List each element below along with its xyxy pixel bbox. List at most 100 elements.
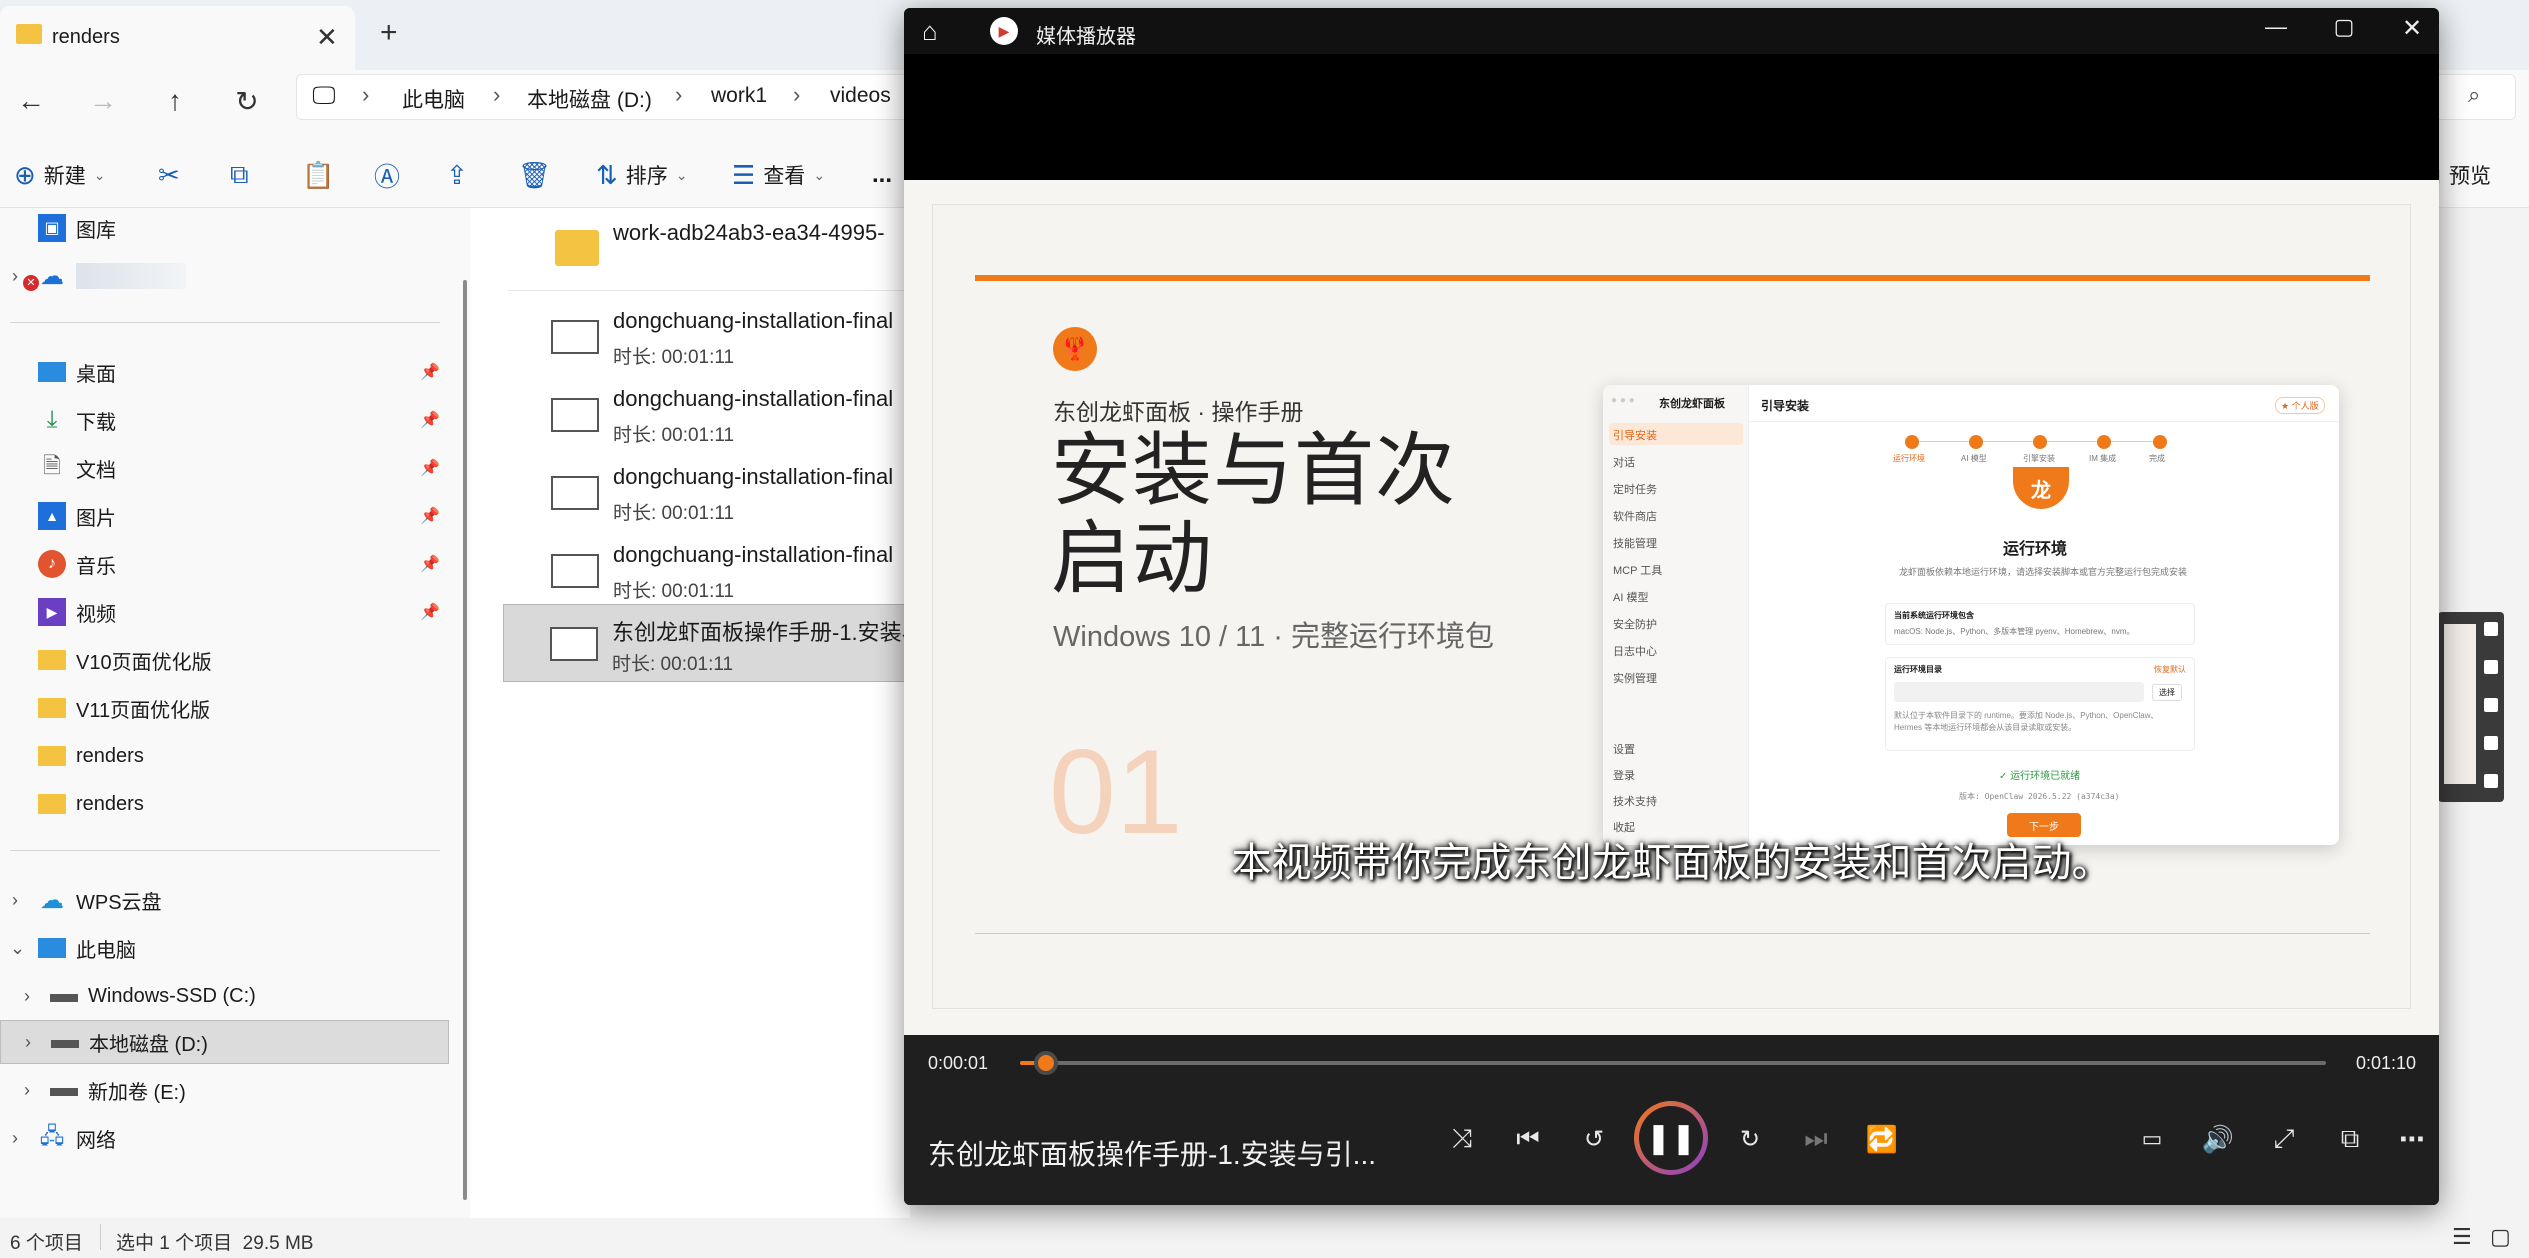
thumbnail-frame xyxy=(2444,624,2476,784)
subtitles-icon[interactable]: ▭ xyxy=(2128,1115,2176,1163)
sidebar-item-this-pc[interactable]: ⌄. 此电脑 xyxy=(0,926,450,970)
breadcrumb-drive-d[interactable]: 本地磁盘 (D:) xyxy=(527,84,652,114)
repeat-off-icon[interactable]: 🔁 xyxy=(1858,1115,1906,1163)
sidebar-item-videos[interactable]: ▶ 视频 📌 xyxy=(0,590,450,634)
sidebar-item-drive-d[interactable]: › 本地磁盘 (D:) xyxy=(0,1020,449,1064)
cut-icon[interactable]: ✂ xyxy=(158,155,180,195)
share-icon[interactable]: ⇪ xyxy=(446,155,468,195)
sidebar-item-drive-e[interactable]: › 新加卷 (E:) xyxy=(0,1068,450,1112)
sidebar-scrollbar[interactable] xyxy=(463,280,467,1200)
cloud-icon: ☁ xyxy=(40,886,64,914)
pin-icon[interactable]: 📌 xyxy=(420,410,440,430)
video-file-icon xyxy=(550,627,598,661)
folder-icon xyxy=(38,794,66,814)
breadcrumb-this-pc[interactable]: 此电脑 xyxy=(402,84,465,114)
nav-item: 对话 xyxy=(1613,457,1635,469)
paste-icon[interactable]: 📋 xyxy=(302,155,334,195)
explorer-tab[interactable]: renders ✕ xyxy=(0,6,355,70)
tiles-view-icon[interactable]: ▢ xyxy=(2490,1224,2511,1250)
shuffle-icon[interactable]: ⤨ xyxy=(1438,1115,1486,1163)
forward-30-icon[interactable]: ↻ xyxy=(1726,1115,1774,1163)
view-label: 查看 xyxy=(763,165,806,188)
breadcrumb-separator: › xyxy=(793,82,801,107)
env-box-text: macOS: Node.js、Python、多版本管理 pyenv、Homebr… xyxy=(1894,627,2135,636)
sidebar-item-onedrive[interactable]: › ☁ xyxy=(0,254,450,298)
list-item-selected[interactable]: 东创龙虾面板操作手册-1.安装与 时长: 00:01:11 xyxy=(503,604,909,682)
pictures-icon: ▲ xyxy=(38,502,66,530)
pin-icon[interactable]: 📌 xyxy=(420,602,440,622)
sidebar-item-network[interactable]: › 🖧 网络 xyxy=(0,1116,450,1160)
sidebar-label: WPS云盘 xyxy=(76,891,162,914)
view-button[interactable]: ☰ 查看 ⌄ xyxy=(732,155,825,195)
sidebar-item-folder[interactable]: V11页面优化版 xyxy=(0,686,450,730)
previous-icon[interactable]: ⏮ xyxy=(1504,1115,1552,1163)
more-icon[interactable]: ... xyxy=(872,155,892,195)
slide-card: 🦞 东创龙虾面板 · 操作手册 安装与首次启动 Windows 10 / 11 … xyxy=(932,204,2411,1009)
rewind-10-icon[interactable]: ↺ xyxy=(1570,1115,1618,1163)
breadcrumb-work1[interactable]: work1 xyxy=(711,84,767,108)
pin-icon[interactable]: 📌 xyxy=(420,506,440,526)
refresh-icon[interactable]: ↻ xyxy=(226,80,268,122)
list-item[interactable]: dongchuang-installation-final 时长: 00:01:1… xyxy=(505,454,910,530)
sidebar-item-pictures[interactable]: ▲ 图片 📌 xyxy=(0,494,450,538)
list-item[interactable]: dongchuang-installation-final 时长: 00:01:1… xyxy=(505,532,910,608)
chevron-right-icon: › xyxy=(12,1127,18,1148)
list-item[interactable]: dongchuang-installation-final 时长: 00:01:1… xyxy=(505,376,910,452)
rename-icon[interactable]: Ⓐ xyxy=(374,155,400,195)
copy-icon[interactable]: ⧉ xyxy=(230,155,249,195)
sidebar-item-downloads[interactable]: ⤓ 下载 📌 xyxy=(0,398,450,442)
sidebar-item-folder[interactable]: renders xyxy=(0,734,450,778)
dir-box-title: 运行环境目录 xyxy=(1894,665,1942,674)
new-button[interactable]: ⊕ 新建 ⌄ xyxy=(14,155,106,195)
sidebar-item-desktop[interactable]: . 桌面 📌 xyxy=(0,350,450,394)
preview-button[interactable]: ▯预览 xyxy=(2430,155,2491,195)
sidebar-item-folder[interactable]: renders xyxy=(0,782,450,826)
close-tab-icon[interactable]: ✕ xyxy=(316,22,338,53)
details-view-icon[interactable]: ☰ xyxy=(2452,1224,2472,1250)
home-icon[interactable]: ⌂ xyxy=(922,16,938,47)
forward-icon[interactable]: → xyxy=(82,80,124,122)
sidebar-item-folder[interactable]: V10页面优化版 xyxy=(0,638,450,682)
sidebar-item-wps[interactable]: › ☁ WPS云盘 xyxy=(0,878,450,922)
mini-player-icon[interactable]: ⧉ xyxy=(2326,1115,2374,1163)
chevron-right-icon: › xyxy=(25,1031,31,1052)
list-item[interactable]: dongchuang-installation-final 时长: 00:01:1… xyxy=(505,298,910,374)
pin-icon[interactable]: 📌 xyxy=(420,554,440,574)
video-letterbox xyxy=(904,54,2439,180)
maximize-icon[interactable]: ▢ xyxy=(2324,14,2364,40)
divider xyxy=(10,850,440,851)
sidebar-label: 图片 xyxy=(76,507,116,530)
sort-button[interactable]: ⇅ 排序 ⌄ xyxy=(596,155,688,195)
next-icon[interactable]: ⏭ xyxy=(1792,1115,1840,1163)
breadcrumb-videos[interactable]: videos xyxy=(830,84,891,108)
drive-icon xyxy=(50,994,78,1002)
fullscreen-icon[interactable]: ⤢ xyxy=(2260,1115,2308,1163)
restore-default-link: 恢复默认 xyxy=(2154,665,2186,674)
minimize-icon[interactable]: — xyxy=(2256,14,2296,40)
more-options-icon[interactable]: ⋯ xyxy=(2388,1115,2436,1163)
play-pause-button[interactable]: ❚❚ xyxy=(1634,1101,1708,1175)
volume-icon[interactable]: 🔊 xyxy=(2194,1115,2242,1163)
nav-item: MCP 工具 xyxy=(1613,565,1663,577)
search-icon[interactable]: ⌕ xyxy=(2468,82,2480,108)
back-icon[interactable]: ← xyxy=(10,80,52,122)
sidebar-item-gallery[interactable]: ▣ 图库 xyxy=(0,206,450,250)
list-item[interactable]: work-adb24ab3-ea34-4995- xyxy=(505,210,910,286)
pin-icon[interactable]: 📌 xyxy=(420,362,440,382)
sidebar-item-drive-c[interactable]: › Windows-SSD (C:) xyxy=(0,974,450,1018)
pin-icon[interactable]: 📌 xyxy=(420,458,440,478)
close-icon[interactable]: ✕ xyxy=(2392,14,2432,43)
sidebar-item-documents[interactable]: 🗎 文档 📌 xyxy=(0,446,450,490)
sidebar-item-music[interactable]: ♪ 音乐 📌 xyxy=(0,542,450,586)
nav-item: AI 模型 xyxy=(1613,592,1649,604)
seek-thumb[interactable] xyxy=(1034,1051,1059,1075)
up-icon[interactable]: ↑ xyxy=(154,80,196,122)
new-tab-icon[interactable]: + xyxy=(380,16,398,50)
status-bar: 6 个项目 选中 1 个项目 29.5 MB ☰ ▢ xyxy=(0,1218,2529,1258)
error-badge-icon: ✕ xyxy=(23,275,39,291)
video-frame[interactable]: 🦞 东创龙虾面板 · 操作手册 安装与首次启动 Windows 10 / 11 … xyxy=(904,180,2439,1035)
delete-icon[interactable]: 🗑 xyxy=(518,155,551,195)
folder-icon xyxy=(38,746,66,766)
chevron-right-icon: › xyxy=(24,1079,30,1100)
seek-track[interactable] xyxy=(1020,1061,2326,1065)
